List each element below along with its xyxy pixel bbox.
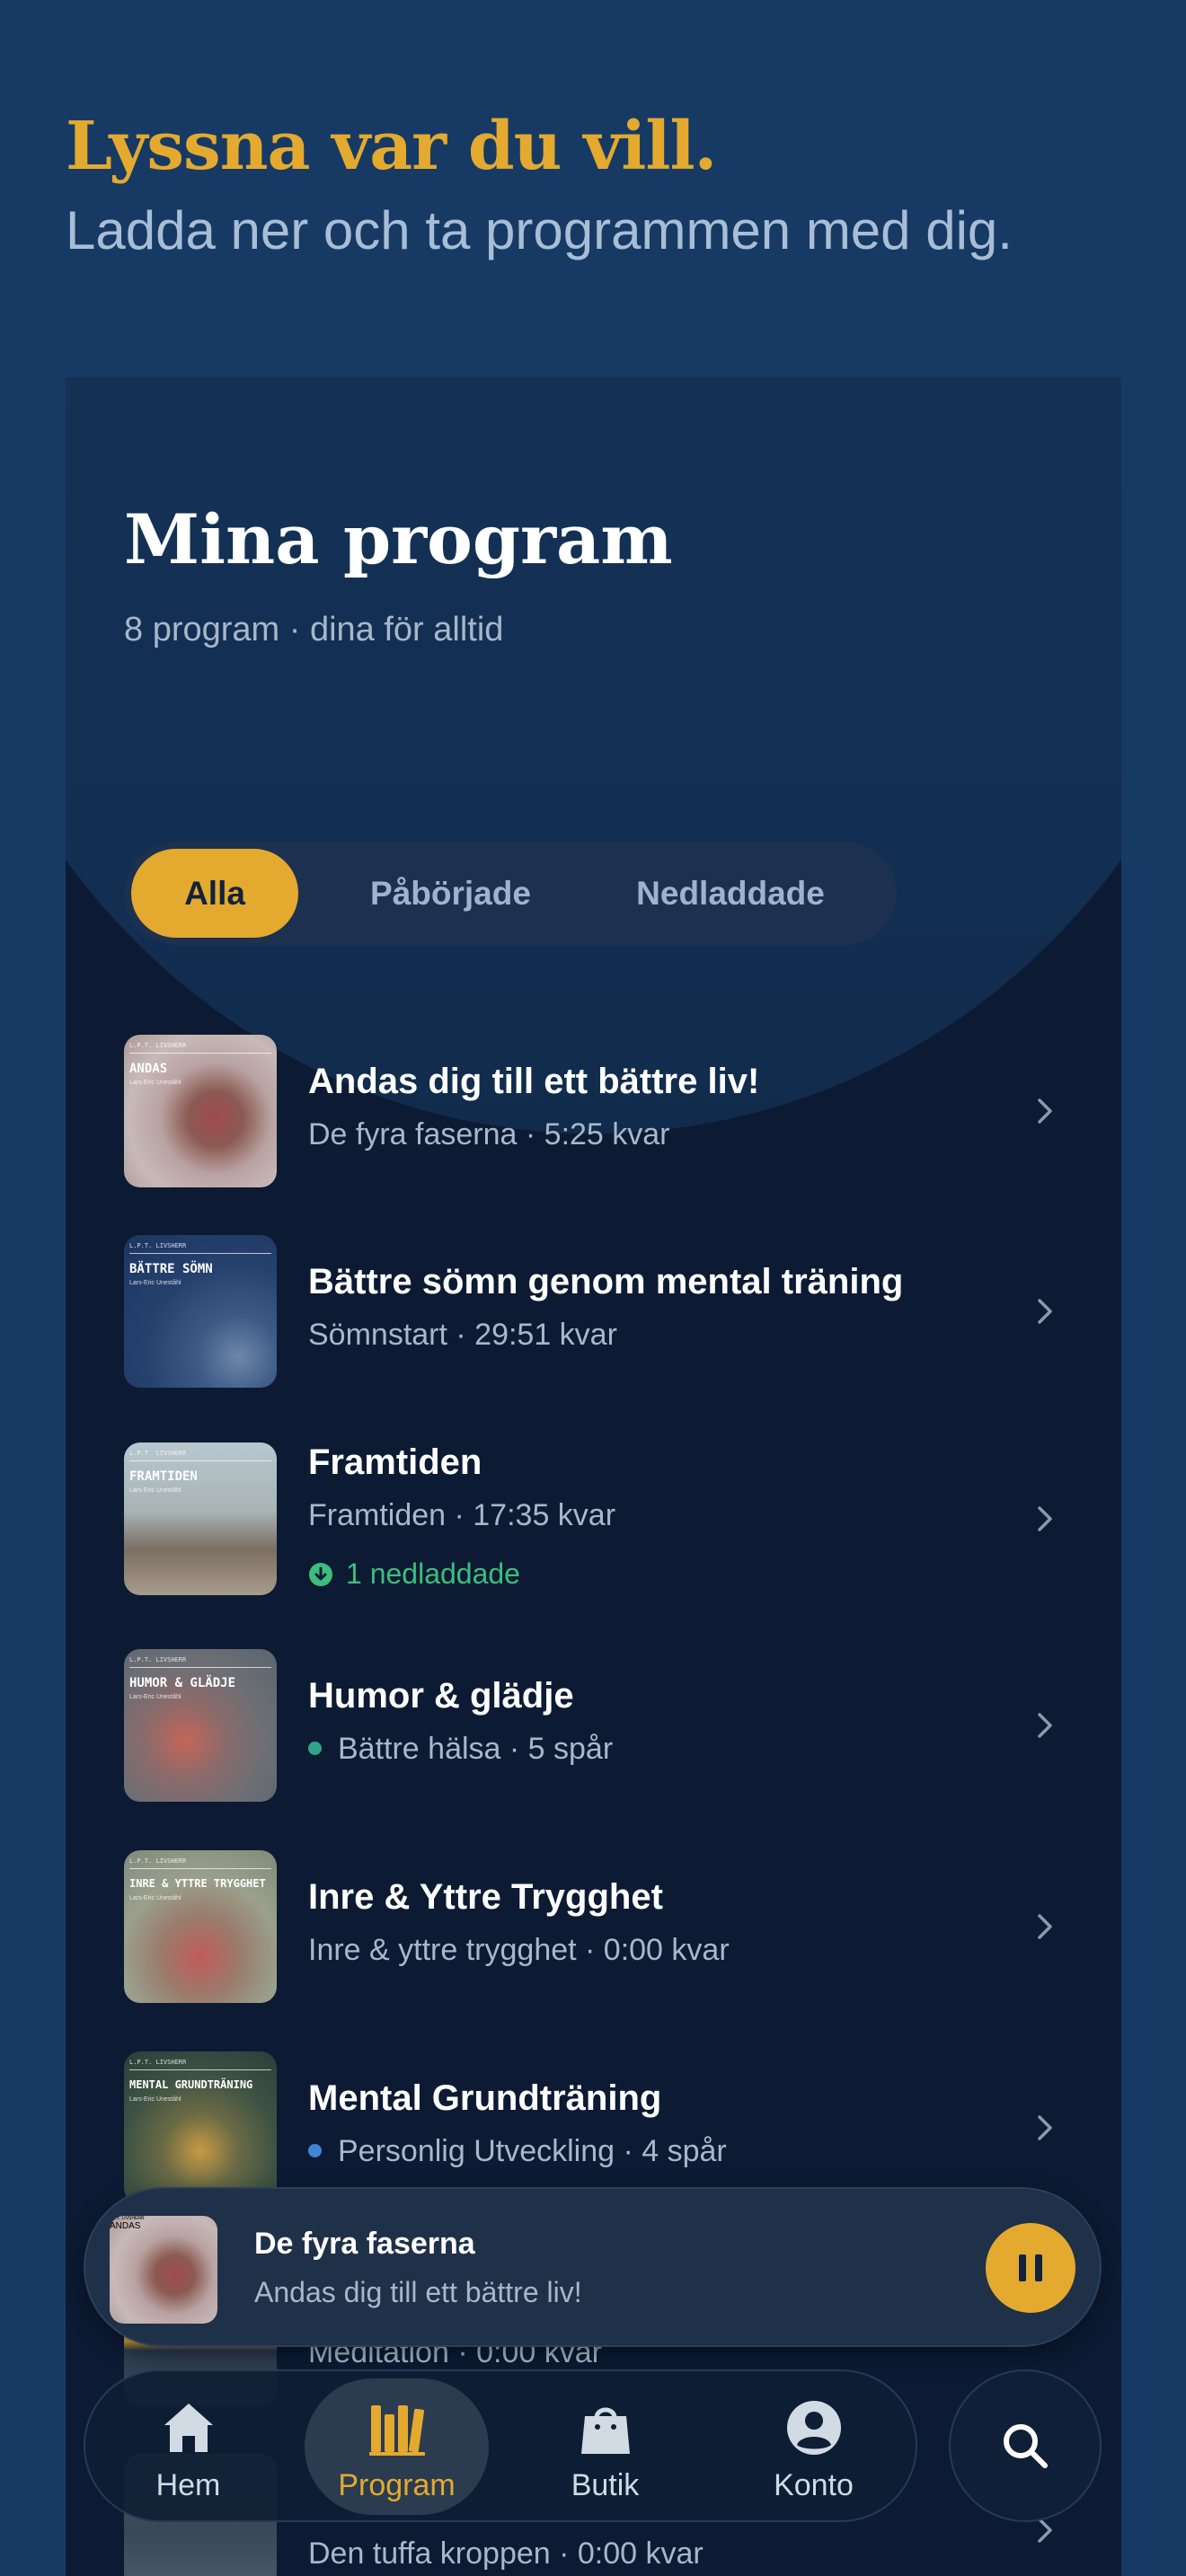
nav-label: Hem [155,2468,221,2502]
program-progress: Sömnstart · 29:51 kvar [308,1318,617,1352]
program-title: Humor & glädje [308,1676,574,1716]
program-category-label: Personlig Utveckling · 4 spår [338,2134,727,2168]
program-cover: L.P.T. LIVSHERR BÄTTRE SÖMN Lars-Eric Un… [124,1235,277,1388]
cover-publisher: L.P.T. LIVSHERR [129,2059,187,2066]
library-header-background [66,377,1121,1134]
nav-label: Konto [774,2468,854,2502]
cover-author: Lars-Eric Uneståhl [129,1080,181,1086]
program-progress: Framtiden · 17:35 kvar [308,1498,616,1532]
cover-author: Lars-Eric Uneståhl [129,2096,181,2103]
chevron-right-icon [1038,1506,1052,1531]
program-category: Bättre hälsa · 5 spår [308,1732,613,1767]
search-icon [1004,2424,1048,2468]
list-item[interactable]: L.P.T. LIVSHERR INRE & YTTRE TRYGGHET La… [124,1850,1063,2003]
category-dot [308,1741,322,1755]
filter-segmented-control: Alla Påbörjade Nedladdade [124,842,897,945]
program-title: Mental Grundträning [308,2078,662,2118]
program-title: Bättre sömn genom mental träning [308,1262,904,1301]
cover-title: BÄTTRE SÖMN [129,1262,213,1276]
cover-author: Lars-Eric Uneståhl [129,1487,181,1494]
search-button[interactable] [949,2369,1102,2522]
cover-publisher: L.P.T. LIVSHERR [129,1042,187,1049]
chevron-right-icon [1038,1299,1052,1324]
program-progress: Inre & yttre trygghet · 0:00 kvar [308,1933,730,1967]
library-subtitle: 8 program · dina för alltid [124,611,504,648]
cover-publisher: L.P.T. LIVSHERR [129,1857,187,1865]
chevron-right-icon [1038,1713,1052,1738]
bottom-navigation: Hem Program Butik Konto [84,2369,917,2522]
program-title: Framtiden [308,1442,482,1482]
pause-icon [1019,2254,1042,2281]
player-cover: L.P.T. LIVSHERR ANDAS [110,2216,217,2324]
pause-button[interactable] [986,2223,1075,2313]
nav-item-account[interactable]: Konto [721,2378,906,2515]
program-category-label: Bättre hälsa · 5 spår [338,1732,614,1766]
program-progress: De fyra faserna · 5:25 kvar [308,1117,670,1151]
download-done-icon [309,1562,332,1586]
program-category: Personlig Utveckling · 4 spår [308,2134,727,2169]
library-icon [368,2405,425,2456]
nav-item-home[interactable]: Hem [96,2378,280,2515]
cover-title: ANDAS [110,2221,141,2231]
cover-author: Lars-Eric Uneståhl [129,1895,181,1901]
filter-started[interactable]: Påbörjade [336,849,565,938]
account-icon [786,2401,841,2455]
player-program-title: Andas dig till ett bättre liv! [254,2276,582,2308]
cover-title: MENTAL GRUNDTRÄNING [129,2078,253,2091]
program-cover: L.P.T. LIVSHERR INRE & YTTRE TRYGGHET La… [124,1850,277,2003]
hero-title: Lyssna var du vill. [66,108,717,185]
cover-publisher: L.P.T. LIVSHERR [129,1450,187,1457]
category-dot [308,2143,322,2157]
library-title: Mina program [124,499,673,579]
player-track-title: De fyra faserna [254,2227,475,2261]
nav-item-shop[interactable]: Butik [513,2378,697,2515]
program-title: Inre & Yttre Trygghet [308,1877,663,1917]
nav-label: Butik [571,2468,640,2502]
home-icon [164,2404,213,2452]
program-title: Andas dig till ett bättre liv! [308,1062,760,1101]
cover-title: FRAMTIDEN [129,1469,198,1484]
list-item[interactable]: L.P.T. LIVSHERR MENTAL GRUNDTRÄNING Lars… [124,2051,1063,2204]
filter-all[interactable]: Alla [131,849,298,938]
filter-downloaded[interactable]: Nedladdade [605,849,856,938]
cover-publisher: L.P.T. LIVSHERR [129,1242,187,1249]
cover-publisher: L.P.T. LIVSHERR [129,1656,187,1663]
cover-title: INRE & YTTRE TRYGGHET [129,1877,266,1890]
cover-author: Lars-Eric Uneståhl [129,1694,181,1700]
downloaded-count: 1 nedladdade [346,1557,520,1590]
program-cover: L.P.T. LIVSHERR ANDAS Lars-Eric Uneståhl [124,1035,277,1187]
cover-title: HUMOR & GLÄDJE [129,1676,236,1690]
mini-player[interactable]: L.P.T. LIVSHERR ANDAS De fyra faserna An… [84,2187,1102,2347]
chevron-right-icon [1038,1098,1052,1124]
shopping-bag-icon [580,2407,630,2454]
program-cover: L.P.T. LIVSHERR FRAMTIDEN Lars-Eric Unes… [124,1442,277,1595]
nav-label: Program [338,2468,456,2502]
program-progress: Den tuffa kroppen · 0:00 kvar [308,2536,704,2571]
list-item[interactable]: L.P.T. LIVSHERR BÄTTRE SÖMN Lars-Eric Un… [124,1235,1063,1388]
list-item[interactable]: L.P.T. LIVSHERR ANDAS Lars-Eric Uneståhl… [124,1035,1063,1187]
nav-item-program[interactable]: Program [305,2378,489,2515]
list-item[interactable]: L.P.T. LIVSHERR HUMOR & GLÄDJE Lars-Eric… [124,1649,1063,1802]
program-cover: L.P.T. LIVSHERR MENTAL GRUNDTRÄNING Lars… [124,2051,277,2204]
cover-title: ANDAS [129,1062,168,1076]
screen: Lyssna var du vill. Ladda ner och ta pro… [0,0,1186,2576]
program-cover: L.P.T. LIVSHERR HUMOR & GLÄDJE Lars-Eric… [124,1649,277,1802]
chevron-right-icon [1038,1914,1052,1939]
chevron-right-icon [1038,2115,1052,2140]
list-item[interactable]: L.P.T. LIVSHERR FRAMTIDEN Lars-Eric Unes… [124,1442,1063,1595]
cover-author: Lars-Eric Uneståhl [129,1280,181,1286]
hero-subtitle: Ladda ner och ta programmen med dig. [66,200,1013,260]
downloaded-badge: 1 nedladdade [308,1557,520,1591]
